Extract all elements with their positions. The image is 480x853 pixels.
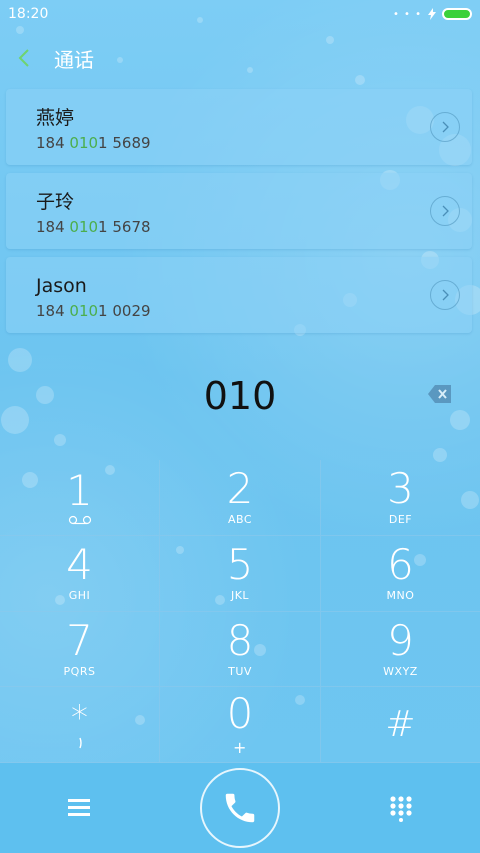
- number-suffix: 1 5678: [98, 218, 151, 236]
- dialed-number: 010: [203, 374, 277, 418]
- key-digit: 0: [226, 689, 254, 739]
- header: 通话: [0, 40, 480, 76]
- key-6[interactable]: 6 MNO: [321, 536, 480, 612]
- key-2[interactable]: 2 ABC: [160, 460, 321, 536]
- battery-icon: [442, 8, 472, 20]
- signal-icon: • • •: [392, 8, 422, 20]
- key-letters: MNO: [386, 589, 415, 603]
- key-digit: 3: [387, 464, 414, 514]
- page-title: 通话: [54, 47, 94, 72]
- contact-card[interactable]: 子玲 184 0101 5678: [6, 173, 472, 249]
- contact-detail-button[interactable]: [430, 280, 460, 310]
- contact-card[interactable]: 燕婷 184 0101 5689: [6, 89, 472, 165]
- status-time: 18:20: [8, 6, 49, 22]
- key-digit: #: [385, 703, 416, 745]
- key-1[interactable]: 1: [0, 460, 160, 536]
- key-9[interactable]: 9 WXYZ: [321, 612, 480, 688]
- number-suffix: 1 0029: [98, 302, 151, 320]
- key-5[interactable]: 5 JKL: [160, 535, 321, 612]
- number-match: 010: [69, 302, 99, 320]
- number-match: 010: [69, 134, 99, 152]
- contact-list: 燕婷 184 0101 5689 子玲 184 0101 5678 Jason …: [6, 89, 472, 341]
- menu-icon[interactable]: [68, 797, 90, 817]
- contact-name: 燕婷: [36, 107, 75, 129]
- voicemail-icon: [68, 516, 91, 525]
- number-match: 010: [69, 218, 99, 236]
- key-plus: +: [233, 738, 247, 758]
- key-7[interactable]: 7 PQRS: [0, 611, 160, 688]
- status-bar: 18:20 • • •: [0, 0, 480, 28]
- key-digit: 6: [387, 540, 414, 590]
- number-prefix: 184: [36, 218, 70, 236]
- pause-icon: [78, 737, 82, 748]
- key-hash[interactable]: #: [321, 687, 480, 763]
- contact-detail-button[interactable]: [430, 112, 460, 142]
- key-8[interactable]: 8 TUV: [160, 611, 321, 688]
- key-letters: JKL: [230, 589, 250, 603]
- contact-name: 子玲: [36, 191, 75, 213]
- backspace-icon[interactable]: [428, 384, 452, 404]
- key-letters: ABC: [227, 513, 253, 527]
- key-digit: 8: [226, 615, 254, 665]
- dialpad-icon[interactable]: [390, 796, 412, 822]
- contact-card[interactable]: Jason 184 0101 0029: [6, 257, 472, 333]
- key-digit: 2: [226, 464, 254, 514]
- number-suffix: 1 5689: [98, 134, 151, 152]
- contact-number: 184 0101 5678: [36, 218, 472, 236]
- phone-icon: [225, 793, 255, 823]
- key-digit: 1: [66, 466, 93, 516]
- chevron-right-icon: [442, 289, 449, 301]
- chevron-right-icon: [442, 205, 449, 217]
- key-digit: *: [71, 697, 88, 738]
- contact-detail-button[interactable]: [430, 196, 460, 226]
- bottom-bar: [0, 763, 480, 853]
- key-digit: 7: [66, 615, 93, 665]
- key-letters: DEF: [388, 513, 413, 527]
- contact-number: 184 0101 5689: [36, 134, 472, 152]
- key-digit: 4: [66, 540, 93, 590]
- chevron-left-icon[interactable]: [18, 44, 38, 72]
- key-4[interactable]: 4 GHI: [0, 535, 160, 612]
- key-digit: 5: [226, 540, 254, 590]
- number-prefix: 184: [36, 134, 70, 152]
- dialed-number-row: 010: [0, 360, 480, 432]
- key-letters: GHI: [68, 589, 91, 603]
- call-button[interactable]: [200, 768, 280, 848]
- contact-name: Jason: [36, 275, 87, 297]
- key-0[interactable]: 0 +: [160, 687, 321, 763]
- contact-number: 184 0101 0029: [36, 302, 472, 320]
- chevron-right-icon: [442, 121, 449, 133]
- keypad: 1 2 ABC 3 DEF 4 GHI 5 JKL 6 MNO 7 PQRS 8…: [0, 460, 480, 763]
- key-3[interactable]: 3 DEF: [321, 460, 480, 536]
- key-star[interactable]: *: [0, 687, 160, 763]
- key-letters: WXYZ: [383, 664, 418, 678]
- number-prefix: 184: [36, 302, 70, 320]
- status-indicators: • • •: [393, 8, 472, 20]
- key-letters: TUV: [228, 664, 252, 678]
- key-digit: 9: [387, 615, 414, 665]
- key-letters: PQRS: [63, 664, 96, 678]
- charging-icon: [428, 8, 436, 20]
